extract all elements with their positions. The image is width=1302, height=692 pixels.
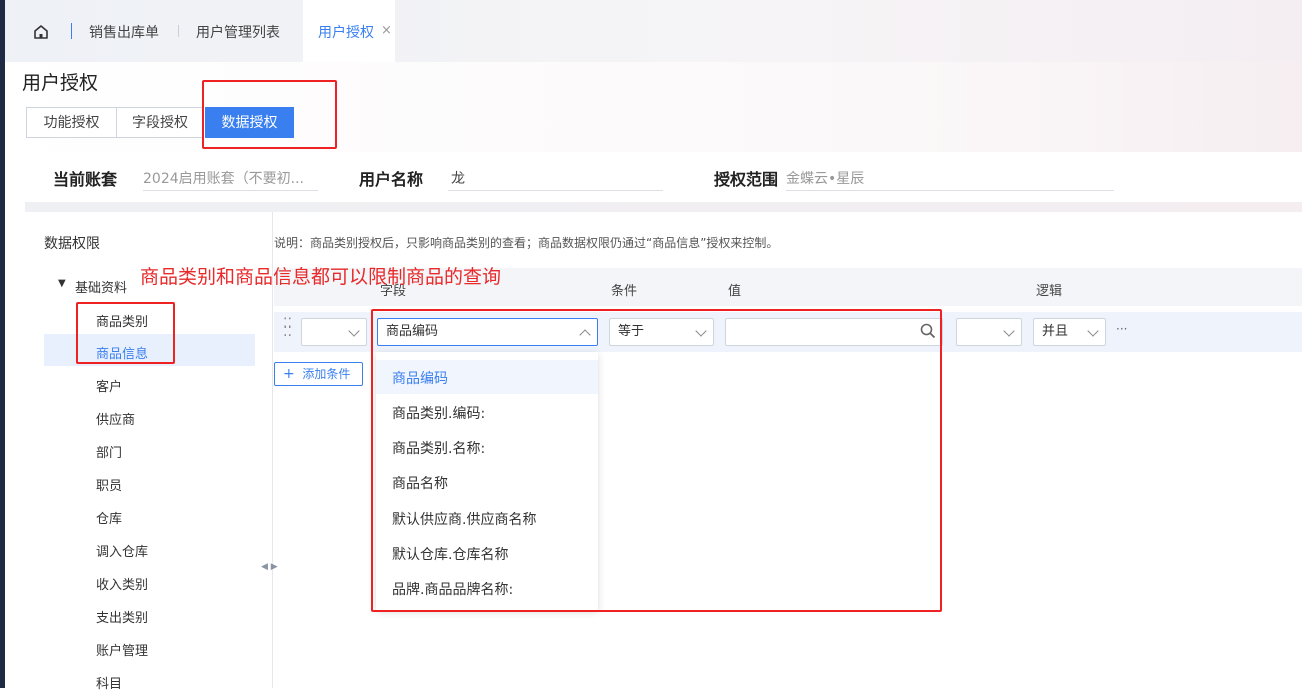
sidebar-title: 数据权限 bbox=[44, 236, 100, 252]
scope-value: 金蝶云•星辰 bbox=[786, 171, 865, 187]
tree-item-subject[interactable]: 科目 bbox=[96, 673, 122, 692]
chevron-down-icon bbox=[1003, 325, 1015, 337]
plus-icon: + bbox=[283, 366, 295, 382]
more-options-icon[interactable]: ··· bbox=[1116, 322, 1127, 336]
left-bracket-select[interactable] bbox=[301, 318, 367, 346]
tab-function-auth[interactable]: 功能授权 bbox=[26, 107, 117, 138]
chevron-down-icon bbox=[348, 325, 360, 337]
highlight-box-sidebar bbox=[76, 302, 175, 364]
scope-underline bbox=[786, 190, 1114, 191]
tree-item-expense-category[interactable]: 支出类别 bbox=[96, 607, 148, 626]
collapse-toggle-icon[interactable]: ◀ ▶ bbox=[261, 562, 278, 572]
tree-item-transfer-warehouse[interactable]: 调入仓库 bbox=[96, 541, 148, 560]
tree-item-warehouse[interactable]: 仓库 bbox=[96, 508, 122, 527]
tree-item-customer[interactable]: 客户 bbox=[96, 376, 122, 395]
user-value: 龙 bbox=[451, 171, 465, 187]
scope-label: 授权范围 bbox=[714, 170, 779, 189]
tab-separator bbox=[71, 23, 72, 39]
tree-item-income-category[interactable]: 收入类别 bbox=[96, 574, 148, 593]
drag-handle-icon[interactable]: ⁚⁚ ⁚⁚ bbox=[283, 317, 292, 339]
tab-close-icon[interactable]: × bbox=[381, 23, 392, 38]
account-underline bbox=[143, 190, 318, 191]
right-bracket-select[interactable] bbox=[956, 318, 1022, 346]
tab-sales-outbound[interactable]: 销售出库单 bbox=[89, 22, 159, 42]
header-logic: 逻辑 bbox=[1036, 284, 1063, 299]
home-icon[interactable] bbox=[33, 24, 49, 40]
page-title: 用户授权 bbox=[22, 72, 99, 94]
header-value: 值 bbox=[728, 284, 742, 299]
tree-group-basic[interactable]: 基础资料 bbox=[75, 277, 127, 296]
tree-item-department[interactable]: 部门 bbox=[96, 442, 122, 461]
tree-item-supplier[interactable]: 供应商 bbox=[96, 409, 135, 428]
user-label: 用户名称 bbox=[359, 170, 424, 189]
account-value: 2024启用账套（不要初... bbox=[143, 171, 304, 187]
tab-separator bbox=[178, 25, 179, 37]
user-underline bbox=[448, 190, 663, 191]
chevron-down-icon bbox=[1087, 325, 1099, 337]
caret-down-icon[interactable]: ▼ bbox=[58, 278, 66, 289]
tree-item-account-management[interactable]: 账户管理 bbox=[96, 640, 148, 659]
add-condition-label: 添加条件 bbox=[302, 367, 351, 381]
logic-select[interactable]: 并且 bbox=[1033, 318, 1106, 346]
account-label: 当前账套 bbox=[53, 170, 118, 189]
highlight-box-dropdown bbox=[371, 309, 942, 612]
annotation-text: 商品类别和商品信息都可以限制商品的查询 bbox=[140, 266, 502, 288]
tab-user-authorization[interactable]: 用户授权 bbox=[318, 22, 374, 42]
tree-item-staff[interactable]: 职员 bbox=[96, 475, 122, 494]
add-condition-button[interactable]: + 添加条件 bbox=[274, 362, 363, 386]
highlight-box-data-auth bbox=[202, 80, 337, 149]
header-condition: 条件 bbox=[611, 284, 638, 299]
tab-user-management[interactable]: 用户管理列表 bbox=[196, 22, 280, 42]
notice-text: 说明：商品类别授权后，只影响商品类别的查看；商品数据权限仍通过“商品信息”授权来… bbox=[274, 236, 779, 250]
logic-select-value: 并且 bbox=[1042, 324, 1069, 339]
tab-field-auth[interactable]: 字段授权 bbox=[116, 107, 204, 138]
section-band bbox=[25, 202, 1302, 212]
